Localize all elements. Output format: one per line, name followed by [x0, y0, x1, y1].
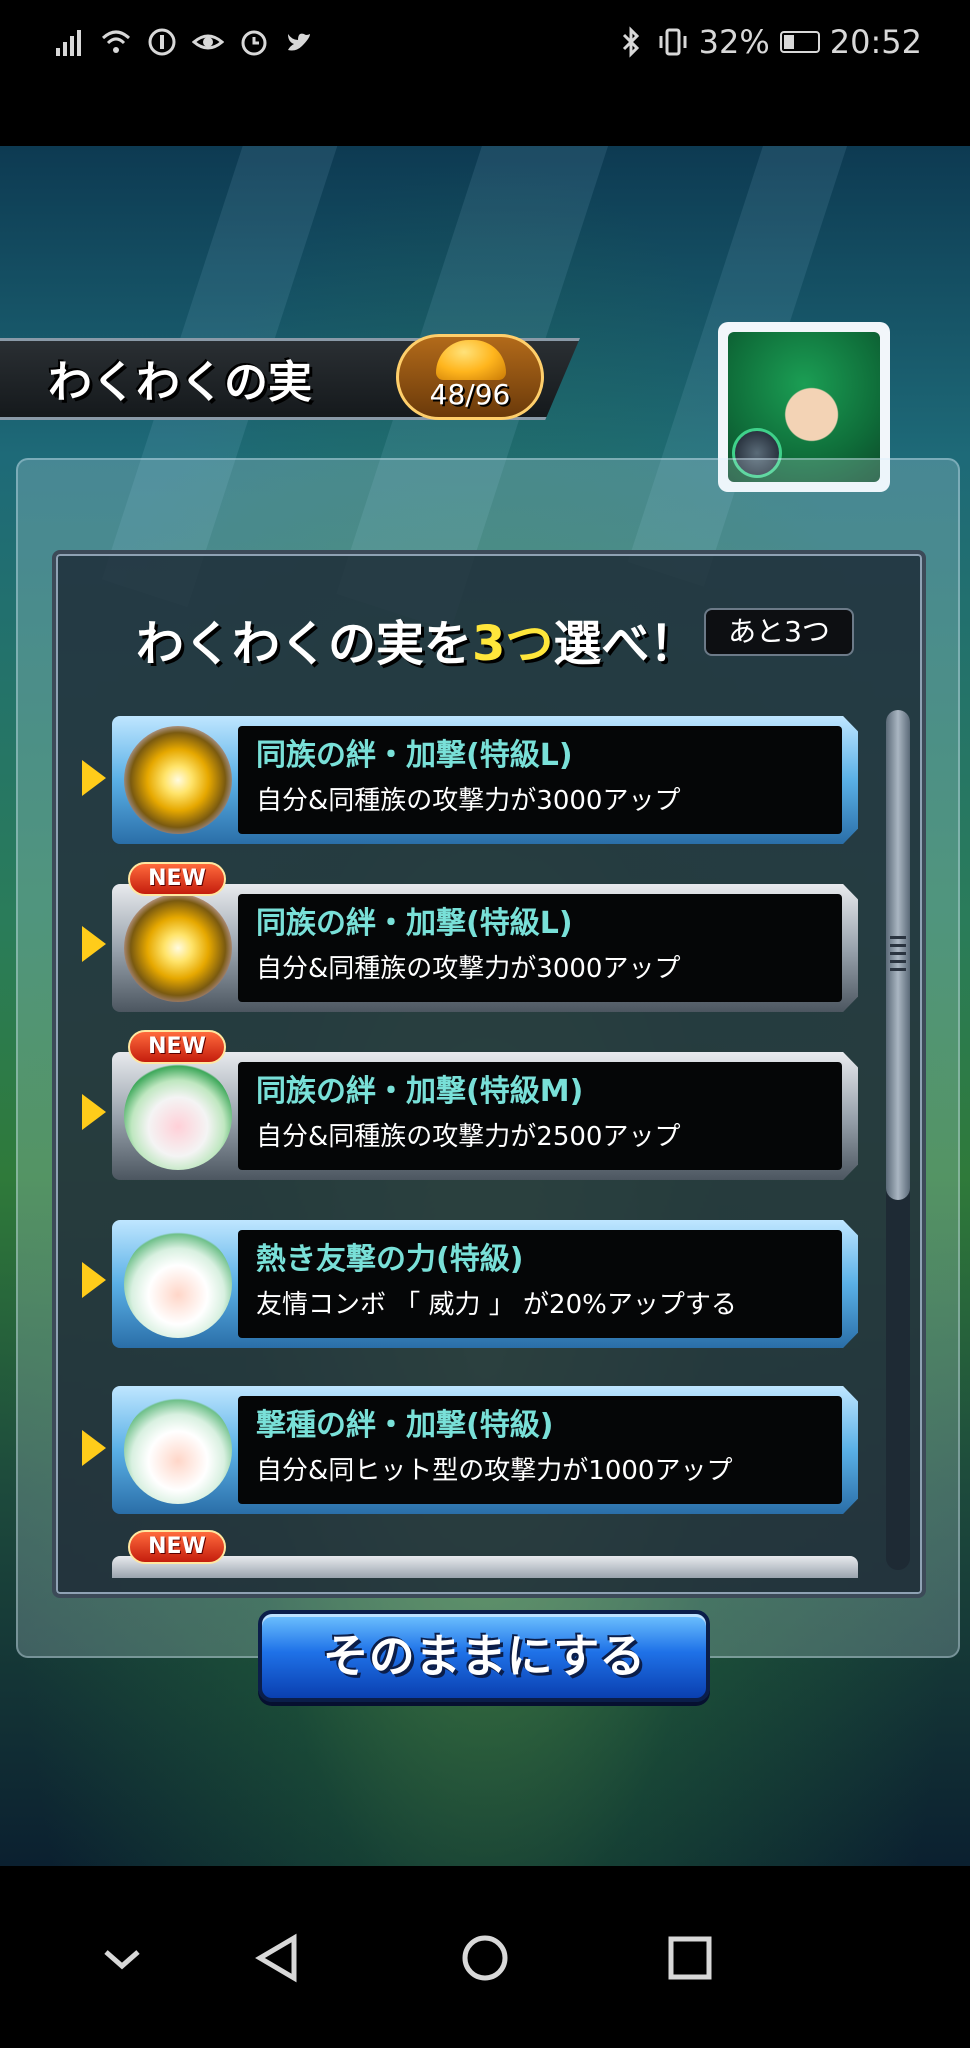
white-fruit-icon: [124, 1230, 232, 1338]
golden-fruit-icon: [124, 726, 232, 834]
clock: 20:52: [829, 23, 922, 61]
battery-icon: [779, 31, 820, 53]
fruit-item-partial[interactable]: [112, 1556, 858, 1578]
vibrate-icon: [659, 28, 687, 56]
scroll-grip-icon: [890, 936, 906, 972]
fruit-item[interactable]: 撃種の絆・加撃(特級) 自分&同ヒット型の攻撃力が1000アップ: [112, 1386, 858, 1514]
fruit-item[interactable]: 同族の絆・加撃(特級L) 自分&同種族の攻撃力が3000アップ: [112, 884, 858, 1012]
eye-icon: [192, 34, 224, 50]
heading-suffix: 選べ！: [553, 616, 698, 672]
item-description: 友情コンボ 「 威力 」 が20%アップする: [256, 1290, 737, 1320]
fruit-item[interactable]: 同族の絆・加撃(特級L) 自分&同種族の攻撃力が3000アップ: [112, 716, 858, 844]
data-saver-icon: [148, 28, 176, 56]
new-badge: NEW: [128, 862, 226, 896]
keep-as-is-button[interactable]: そのままにする: [258, 1610, 710, 1702]
navigation-bar: [0, 1866, 970, 2048]
twitter-icon: [288, 33, 310, 51]
signal-icon: [56, 30, 81, 56]
chevron-down-icon[interactable]: [82, 1918, 162, 1998]
selection-arrow-icon: [82, 1430, 106, 1466]
new-badge: NEW: [128, 1530, 226, 1564]
new-badge: NEW: [128, 1030, 226, 1064]
page-title: わくわくの実: [48, 357, 312, 408]
item-title: 同族の絆・加撃(特級L): [256, 738, 573, 773]
selection-arrow-icon: [82, 926, 106, 962]
item-description: 自分&同種族の攻撃力が3000アップ: [256, 786, 681, 816]
alarm-icon: [241, 30, 267, 56]
golden-fruit-icon: [124, 894, 232, 1002]
fruit-item[interactable]: 同族の絆・加撃(特級M) 自分&同種族の攻撃力が2500アップ: [112, 1052, 858, 1180]
green-fruit-icon: [124, 1062, 232, 1170]
heading-count: 3つ: [472, 616, 554, 672]
selection-arrow-icon: [82, 1094, 106, 1130]
selection-arrow-icon: [82, 1262, 106, 1298]
selection-arrow-icon: [82, 760, 106, 796]
item-description: 自分&同種族の攻撃力が3000アップ: [256, 954, 681, 984]
white-fruit-icon: [124, 1396, 232, 1504]
item-title: 同族の絆・加撃(特級L): [256, 906, 573, 941]
selection-heading: わくわくの実を3つ選べ！: [136, 604, 697, 674]
fruit-item[interactable]: 熱き友撃の力(特級) 友情コンボ 「 威力 」 が20%アップする: [112, 1220, 858, 1348]
fruit-counter-value: 48/96: [429, 378, 511, 411]
heading-prefix: わくわくの実を: [136, 616, 473, 672]
status-bar: 32% 20:52: [0, 0, 970, 84]
item-description: 自分&同種族の攻撃力が2500アップ: [256, 1122, 681, 1152]
bluetooth-icon: [622, 26, 639, 58]
item-title: 撃種の絆・加撃(特級): [256, 1408, 554, 1443]
remaining-count: あと3つ: [704, 608, 854, 656]
item-title: 同族の絆・加撃(特級M): [256, 1074, 584, 1109]
item-description: 自分&同ヒット型の攻撃力が1000アップ: [256, 1456, 733, 1486]
item-title: 熱き友撃の力(特級): [256, 1242, 524, 1277]
back-icon[interactable]: [238, 1918, 318, 1998]
battery-percent: 32%: [698, 23, 770, 61]
recents-icon[interactable]: [650, 1918, 730, 1998]
wifi-icon: [101, 30, 131, 53]
home-icon[interactable]: [445, 1918, 525, 1998]
